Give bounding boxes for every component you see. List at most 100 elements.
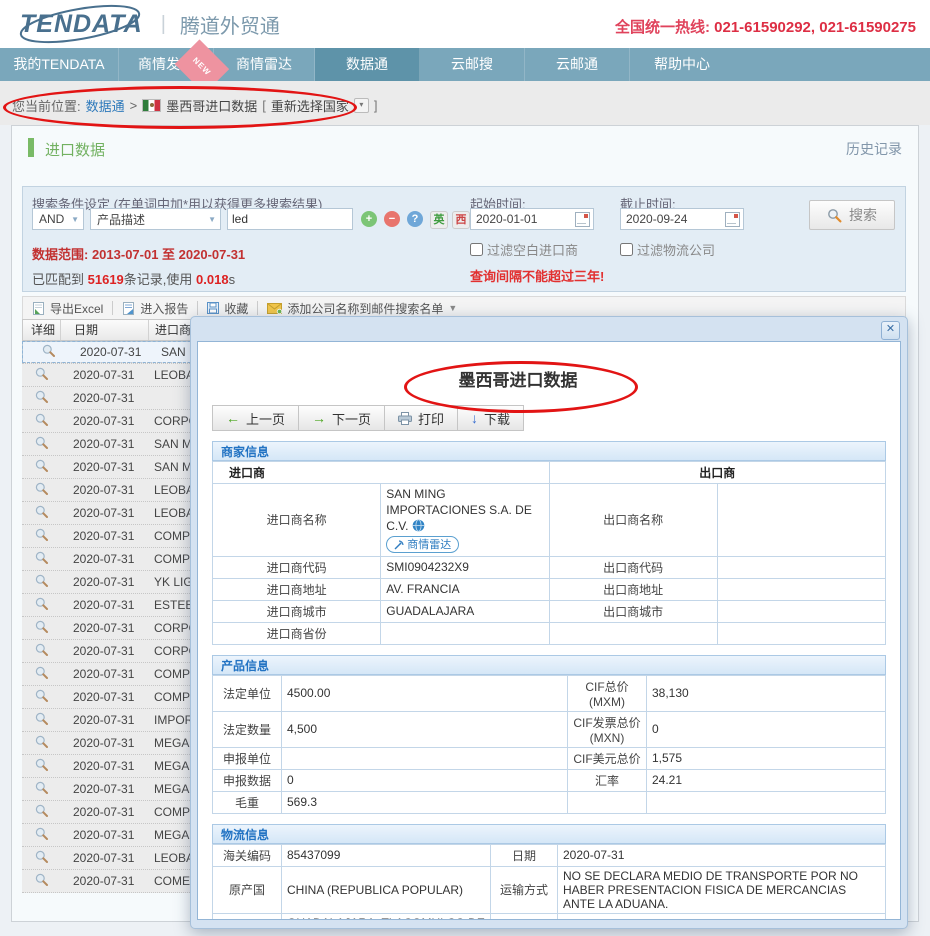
field-value: AV. FRANCIA: [381, 578, 549, 600]
chevron-down-icon: ▼: [448, 303, 457, 313]
magnifier-icon[interactable]: [22, 482, 60, 498]
interval-warning-text: 查询间隔不能超过三年!: [470, 266, 604, 285]
importer-name: SAN MING IMPORTACIONES S.A. DE C.V.: [386, 487, 532, 533]
tab-biz-discovery[interactable]: 商情发现NEW: [119, 48, 214, 81]
history-link[interactable]: 历史记录: [846, 139, 902, 159]
mail-icon: [267, 303, 282, 314]
operator-select[interactable]: AND▼: [32, 208, 84, 230]
matched-count: 51619: [88, 272, 124, 287]
magnifier-icon[interactable]: [22, 758, 60, 774]
download-button[interactable]: ↓下载: [458, 405, 524, 431]
filter-logistics-checkbox[interactable]: [620, 243, 633, 256]
magnifier-icon[interactable]: [22, 643, 60, 659]
magnifier-icon[interactable]: [22, 390, 60, 406]
add-mail-list-button[interactable]: 添加公司名称到邮件搜索名单 ▼: [258, 300, 466, 317]
magnifier-icon[interactable]: [22, 804, 60, 820]
breadcrumb-datatong-link[interactable]: 数据通: [86, 96, 125, 115]
tab-my-tendata[interactable]: 我的TENDATA: [0, 48, 119, 81]
data-range-text: 数据范围: 2013-07-01 至 2020-07-31: [32, 244, 245, 263]
calendar-icon[interactable]: [725, 212, 740, 227]
field-value: NO SE DECLARA MEDIO DE TRANSPORTE POR NO…: [558, 866, 886, 913]
next-page-button[interactable]: →下一页: [299, 405, 385, 431]
field-label: 海关编码: [213, 844, 282, 866]
breadcrumb: 您当前位置: 数据通 > 墨西哥进口数据 [ 重新选择国家 ▾ ]: [12, 96, 378, 115]
magnifier-icon[interactable]: [22, 712, 60, 728]
hotline-label: 全国统一热线:: [615, 19, 710, 36]
field-label: 进口商城市: [213, 600, 381, 622]
enter-report-button[interactable]: 进入报告: [113, 300, 197, 317]
field-value: [717, 556, 885, 578]
remove-condition-button[interactable]: −: [384, 211, 400, 227]
filter-logistics: 过滤物流公司: [620, 240, 715, 259]
magnifier-icon[interactable]: [22, 574, 60, 590]
magnifier-icon[interactable]: [22, 850, 60, 866]
reselect-country-link[interactable]: 重新选择国家: [271, 96, 349, 115]
arrow-right-icon: →: [312, 410, 326, 426]
tab-datatong[interactable]: 数据通: [315, 48, 420, 81]
magnifier-icon[interactable]: [22, 873, 60, 889]
row-date: 2020-07-31: [60, 759, 148, 773]
field-label: 汇率: [568, 769, 647, 791]
table-row[interactable]: 2020-07-31SAN MIN: [22, 341, 216, 363]
print-button[interactable]: 打印: [385, 405, 458, 431]
search-button[interactable]: 搜索: [809, 200, 895, 230]
end-date-input[interactable]: 2020-09-24: [620, 208, 744, 230]
magnifier-icon[interactable]: [22, 459, 60, 475]
tab-help-center[interactable]: 帮助中心: [630, 48, 734, 81]
field-select[interactable]: 产品描述▼: [90, 208, 221, 230]
hotline-numbers: 021-61590292, 021-61590275: [714, 19, 916, 36]
magnifier-icon[interactable]: [22, 597, 60, 613]
magnifier-icon[interactable]: [22, 367, 60, 383]
reselect-caret-icon[interactable]: ▾: [354, 98, 369, 113]
close-icon[interactable]: ✕: [881, 321, 900, 340]
section-logistics-header: 物流信息: [212, 824, 886, 844]
tab-biz-radar[interactable]: 商情雷达: [214, 48, 315, 81]
breadcrumb-arrow: >: [130, 98, 138, 113]
biz-radar-badge[interactable]: 商情雷达: [386, 536, 459, 553]
row-date: 2020-07-31: [60, 414, 148, 428]
lang-es-button[interactable]: 西: [452, 211, 470, 229]
globe-icon[interactable]: [412, 519, 425, 532]
magnifier-icon[interactable]: [22, 666, 60, 682]
magnifier-icon[interactable]: [22, 735, 60, 751]
row-date: 2020-07-31: [60, 782, 148, 796]
header-divider: |: [161, 13, 166, 36]
row-date: 2020-07-31: [60, 391, 148, 405]
magnifier-icon[interactable]: [22, 620, 60, 636]
magnifier-icon[interactable]: [22, 413, 60, 429]
prev-page-button[interactable]: ←上一页: [212, 405, 299, 431]
help-button[interactable]: ?: [407, 211, 423, 227]
tab-cloud-mail-search[interactable]: 云邮搜: [420, 48, 525, 81]
tab-cloud-mail[interactable]: 云邮通: [525, 48, 630, 81]
section-merchant-header: 商家信息: [212, 441, 886, 461]
section-logistics: 海关编码 85437099 日期 2020-07-31 原产国 CHINA (R…: [212, 844, 886, 921]
calendar-icon[interactable]: [575, 212, 590, 227]
export-excel-button[interactable]: 导出Excel: [23, 300, 112, 317]
magnifier-icon[interactable]: [22, 528, 60, 544]
magnifier-icon[interactable]: [22, 781, 60, 797]
favorite-button[interactable]: 收藏: [198, 300, 257, 317]
magnifier-icon[interactable]: [22, 505, 60, 521]
row-date: 2020-07-31: [60, 552, 148, 566]
importer-col-header: 进口商: [213, 462, 550, 484]
start-date-input[interactable]: 2020-01-01: [470, 208, 594, 230]
field-label: 申报数据: [213, 769, 282, 791]
magnifier-icon[interactable]: [22, 551, 60, 567]
field-label: [549, 622, 717, 644]
magnifier-icon[interactable]: [29, 344, 67, 360]
magnifier-icon[interactable]: [22, 827, 60, 843]
field-value: 4,500: [282, 711, 568, 747]
field-value: [717, 600, 885, 622]
field-value: 38,130: [647, 675, 886, 711]
lang-en-button[interactable]: 英: [430, 211, 448, 229]
col-date: 日期: [61, 320, 149, 340]
keyword-input[interactable]: [227, 208, 353, 230]
add-condition-button[interactable]: +: [361, 211, 377, 227]
excel-icon: [32, 302, 45, 315]
filter-blank-checkbox[interactable]: [470, 243, 483, 256]
magnifier-icon[interactable]: [22, 689, 60, 705]
field-label: 法定数量: [213, 711, 282, 747]
field-value: SMI0904232X9: [381, 556, 549, 578]
modal-title: 墨西哥进口数据: [197, 366, 869, 391]
magnifier-icon[interactable]: [22, 436, 60, 452]
